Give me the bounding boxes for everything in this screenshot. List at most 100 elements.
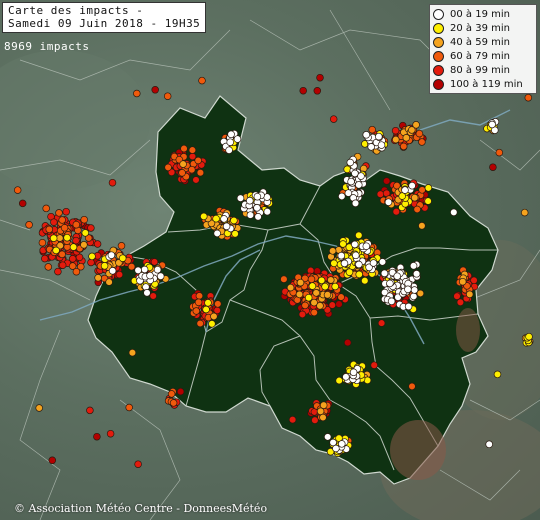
lightning-strike-point (167, 390, 176, 398)
lightning-strike-point (52, 246, 60, 255)
lightning-strike-point (338, 440, 346, 448)
lightning-strike-point (226, 138, 234, 146)
lightning-strike-point (63, 233, 71, 242)
lightning-strike-point (62, 207, 70, 216)
lightning-strike-point (339, 240, 347, 248)
lightning-strike-point (246, 211, 255, 219)
lightning-strike-point (80, 241, 88, 249)
lightning-strike-point (194, 298, 203, 307)
lightning-strike-point (18, 199, 27, 208)
legend-item: 80 à 99 min (433, 63, 533, 77)
legend-item: 00 à 19 min (433, 7, 533, 21)
lightning-strike-point (331, 282, 339, 291)
lightning-strike-point (72, 267, 81, 276)
lightning-strike-point (393, 272, 401, 280)
legend: 00 à 19 min 20 à 39 min 40 à 59 min 60 à… (429, 4, 537, 94)
lightning-strike-point (410, 193, 419, 202)
lightning-strike-point (140, 265, 149, 274)
lightning-strike-point (316, 73, 324, 82)
lightning-strike-point (198, 76, 206, 85)
lightning-strike-point (212, 214, 220, 223)
lightning-strike-point (329, 115, 338, 123)
lightning-strike-point (192, 176, 200, 184)
lightning-strike-point (311, 416, 319, 424)
lightning-strike-point (299, 86, 307, 95)
lightning-strike-point (253, 204, 261, 212)
lightning-strike-point (493, 370, 502, 379)
lightning-strike-point (399, 142, 408, 151)
lightning-strike-point (146, 271, 154, 280)
lightning-strike-point (335, 300, 343, 308)
lightning-strike-point (54, 267, 62, 276)
lightning-strike-point (401, 186, 409, 194)
lightning-strike-point (321, 282, 329, 291)
lightning-strike-point (525, 332, 533, 341)
lightning-strike-point (377, 141, 386, 149)
lightning-strike-point (246, 196, 254, 205)
lightning-strike-point (286, 283, 295, 292)
lightning-strike-point (42, 204, 50, 213)
lightning-strike-point (93, 432, 101, 441)
lightning-strike-point (424, 184, 433, 192)
lightning-strike-point (316, 302, 324, 310)
map-title: Carte des impacts - (8, 4, 144, 17)
impacts-count: 8969 impacts (4, 40, 90, 53)
lightning-strike-point (72, 236, 80, 245)
lightning-strike-point (413, 205, 421, 214)
legend-label: 20 à 39 min (450, 22, 510, 34)
lightning-strike-point (58, 261, 67, 269)
lightning-strike-point (327, 276, 335, 284)
lightning-strike-point (263, 207, 272, 216)
lightning-strike-point (485, 440, 493, 449)
lightning-strike-point (308, 282, 317, 290)
lightning-strike-point (330, 259, 338, 268)
lightning-strike-point (236, 194, 245, 202)
lightning-strike-point (208, 320, 216, 328)
lightning-strike-point (72, 220, 81, 229)
lightning-strike-point (453, 292, 461, 300)
lightning-strike-point (80, 215, 88, 224)
lightning-strike-point (340, 259, 349, 268)
lightning-strike-point (13, 186, 22, 194)
lightning-strike-point (402, 134, 411, 142)
lightning-strike-point (376, 190, 385, 198)
lightning-strike-point (355, 181, 363, 189)
lightning-strike-point (227, 130, 235, 139)
lightning-strike-point (38, 238, 47, 247)
lightning-strike-point (45, 225, 54, 234)
lightning-strike-point (346, 158, 355, 167)
lightning-impact-map: Carte des impacts - Samedi 09 Juin 2018 … (0, 0, 540, 520)
lightning-strike-point (176, 387, 185, 396)
lightning-strike-point (107, 251, 116, 259)
lightning-strike-point (88, 252, 96, 261)
lightning-strike-point (408, 126, 416, 134)
lightning-strike-point (409, 262, 418, 270)
lightning-strike-point (361, 276, 369, 285)
lightning-strike-point (55, 209, 63, 217)
lightning-strike-point (48, 456, 57, 465)
lightning-strike-point (488, 120, 496, 129)
lightning-strike-point (280, 275, 288, 283)
lightning-strike-point (60, 224, 69, 232)
legend-label: 80 à 99 min (450, 64, 510, 76)
lightning-strike-point (87, 258, 95, 267)
lightning-strike-point (233, 135, 242, 143)
legend-dot-icon (433, 50, 444, 62)
lightning-strike-point (164, 163, 172, 172)
lightning-strike-point (295, 290, 304, 299)
lightning-strike-point (345, 268, 354, 276)
lightning-strike-point (323, 291, 332, 299)
lightning-strike-point (382, 177, 391, 185)
lightning-strike-point (69, 243, 78, 251)
map-title-box: Carte des impacts - Samedi 09 Juin 2018 … (2, 2, 207, 33)
lightning-strike-point (118, 254, 127, 262)
lightning-strike-point (312, 289, 320, 297)
lightning-strike-point (200, 212, 208, 221)
lightning-strike-point (188, 146, 197, 154)
lightning-strike-point (196, 319, 204, 328)
lightning-strike-point (408, 181, 416, 190)
lightning-strike-point (134, 460, 142, 468)
lightning-strike-point (151, 86, 159, 94)
lightning-strike-point (178, 169, 186, 177)
lightning-strike-point (337, 293, 345, 301)
